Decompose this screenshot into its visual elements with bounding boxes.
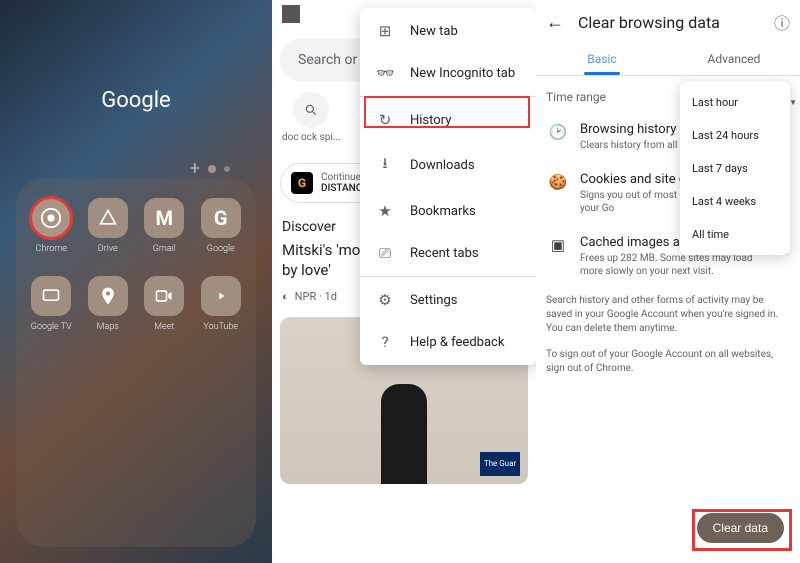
app-google[interactable]: G Google: [196, 198, 247, 254]
app-youtube[interactable]: YouTube: [196, 276, 247, 332]
image-icon: ▣: [548, 235, 568, 255]
app-google-tv[interactable]: Google TV: [26, 276, 77, 332]
youtube-icon: [201, 276, 241, 316]
app-label: Drive: [98, 244, 118, 254]
help-icon[interactable]: ⓘ: [774, 10, 790, 34]
dropdown-option[interactable]: All time: [680, 218, 790, 251]
app-chrome[interactable]: Chrome: [26, 198, 77, 254]
dropdown-option[interactable]: Last 4 weeks: [680, 185, 790, 218]
footnote: Search history and other forms of activi…: [536, 288, 800, 342]
menu-incognito[interactable]: 👓New Incognito tab: [360, 52, 536, 94]
back-icon[interactable]: ←: [546, 12, 564, 33]
dot-active: [208, 165, 216, 173]
menu-history[interactable]: ↻History: [360, 99, 536, 141]
menu-new-tab[interactable]: ⊞New tab: [360, 10, 536, 52]
app-label: Maps: [97, 322, 119, 332]
app-label: Gmail: [153, 244, 176, 254]
history-icon: 🕑: [548, 122, 568, 142]
google-icon: G: [201, 198, 241, 238]
app-label: Google TV: [31, 322, 72, 332]
cookie-icon: 🍪: [548, 172, 568, 192]
dot-inactive: [224, 166, 230, 172]
drive-icon: [88, 198, 128, 238]
chrome-new-tab: Search or typ doc ock spi... gra G Conti…: [272, 0, 536, 563]
add-page-icon[interactable]: +: [190, 158, 200, 179]
star-icon: ★: [376, 202, 394, 220]
dropdown-option[interactable]: Last 7 days: [680, 152, 790, 185]
dropdown-option[interactable]: Last 24 hours: [680, 119, 790, 152]
site-favicon: G: [291, 172, 313, 194]
download-icon: ⭳: [376, 153, 394, 178]
menu-downloads[interactable]: ⭳Downloads: [360, 141, 536, 190]
android-home-screen: Google + Chrome Drive M Gmail G Googl: [0, 0, 272, 563]
favicon-icon: ◐: [282, 290, 289, 303]
option-desc: Frees up 282 MB. Some sites may load mor…: [580, 252, 760, 278]
avatar[interactable]: [282, 5, 300, 23]
plus-square-icon: ⊞: [376, 22, 394, 40]
gear-icon: ⚙: [376, 291, 394, 309]
tabs: Basic Advanced: [536, 44, 800, 76]
page-title: Clear browsing data: [578, 13, 760, 32]
chip-label: doc ock spi...: [282, 132, 341, 143]
source-badge: The Guar: [480, 452, 520, 476]
news-source: NPR · 1d: [295, 290, 337, 303]
time-range-dropdown: Last hour Last 24 hours Last 7 days Last…: [680, 82, 790, 255]
app-gmail[interactable]: M Gmail: [139, 198, 190, 254]
menu-recent-tabs[interactable]: ⎚Recent tabs: [360, 232, 536, 274]
tab-advanced[interactable]: Advanced: [668, 44, 800, 75]
chevron-down-icon[interactable]: ▼: [789, 98, 797, 107]
folder-title: Google: [0, 88, 272, 113]
gmail-icon: M: [144, 198, 184, 238]
footnote: To sign out of your Google Account on al…: [536, 342, 800, 382]
app-label: Chrome: [36, 244, 67, 254]
help-icon: ?: [376, 333, 394, 351]
app-meet[interactable]: Meet: [139, 276, 190, 332]
highlight-annotation: [692, 509, 792, 551]
tab-basic[interactable]: Basic: [536, 44, 668, 75]
menu-bookmarks[interactable]: ★Bookmarks: [360, 190, 536, 232]
meet-icon: [144, 276, 184, 316]
clear-browsing-data-screen: ← Clear browsing data ⓘ Basic Advanced T…: [536, 0, 800, 563]
history-icon: ↻: [376, 111, 394, 129]
app-drive[interactable]: Drive: [83, 198, 134, 254]
maps-icon: [88, 276, 128, 316]
app-label: Meet: [154, 322, 174, 332]
tv-icon: [31, 276, 71, 316]
chrome-icon: [31, 198, 71, 238]
app-label: Google: [207, 244, 235, 254]
page-indicator: +: [190, 158, 230, 179]
app-folder: Chrome Drive M Gmail G Google Google TV …: [16, 178, 256, 547]
app-maps[interactable]: Maps: [83, 276, 134, 332]
chrome-overflow-menu: ⊞New tab 👓New Incognito tab ↻History ⭳Do…: [360, 8, 536, 365]
menu-settings[interactable]: ⚙Settings: [360, 279, 536, 321]
search-icon[interactable]: [293, 92, 329, 128]
incognito-icon: 👓: [376, 64, 394, 82]
dropdown-option[interactable]: Last hour: [680, 86, 790, 119]
app-label: YouTube: [203, 322, 238, 332]
menu-help[interactable]: ?Help & feedback: [360, 321, 536, 363]
devices-icon: ⎚: [376, 244, 394, 262]
